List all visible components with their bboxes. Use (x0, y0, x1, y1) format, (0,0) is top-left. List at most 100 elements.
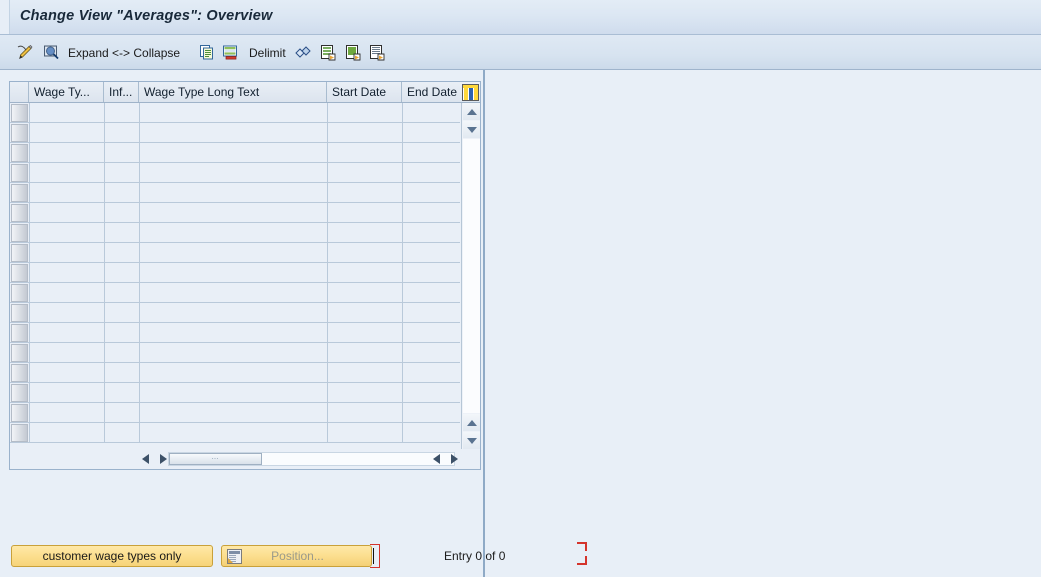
details-button[interactable] (369, 35, 386, 70)
scroll-thumb-grip: ⋯ (211, 455, 220, 463)
delimit-button[interactable]: Delimit (249, 35, 286, 70)
table-header-start-date[interactable]: Start Date (327, 82, 402, 102)
column-separator (29, 283, 30, 303)
table-row[interactable] (10, 123, 460, 143)
column-separator (327, 283, 328, 303)
column-separator (139, 283, 140, 303)
row-selector[interactable] (11, 244, 28, 262)
position-input-field[interactable] (370, 544, 380, 568)
scroll-left-icon[interactable] (138, 452, 152, 466)
table-row[interactable] (10, 143, 460, 163)
scroll-up-bottom-icon[interactable] (463, 414, 480, 431)
row-selector[interactable] (11, 224, 28, 242)
table-row[interactable] (10, 343, 460, 363)
table-header-infotype[interactable]: Inf... (104, 82, 139, 102)
column-separator (29, 143, 30, 163)
column-separator (29, 303, 30, 323)
table-header-select-all[interactable] (10, 82, 29, 102)
customer-wage-types-only-button[interactable]: customer wage types only (11, 545, 213, 567)
table-row[interactable] (10, 163, 460, 183)
row-selector[interactable] (11, 164, 28, 182)
row-selector[interactable] (11, 324, 28, 342)
column-separator (29, 343, 30, 363)
text-cursor (373, 548, 374, 564)
scroll-right-end-icon[interactable] (447, 452, 461, 466)
position-button[interactable]: Position... (221, 545, 372, 567)
table-row[interactable] (10, 423, 460, 443)
row-selector[interactable] (11, 304, 28, 322)
row-selector[interactable] (11, 204, 28, 222)
column-separator (327, 143, 328, 163)
column-separator (402, 343, 403, 363)
copy-as-button[interactable] (199, 35, 216, 70)
table-row[interactable] (10, 323, 460, 343)
column-separator (327, 103, 328, 123)
column-separator (104, 123, 105, 143)
content-divider (483, 70, 485, 577)
table-row[interactable] (10, 203, 460, 223)
column-separator (139, 243, 140, 263)
horizontal-scroll-thumb[interactable]: ⋯ (169, 453, 262, 465)
row-selector[interactable] (11, 264, 28, 282)
scroll-up-icon[interactable] (463, 103, 480, 120)
column-separator (29, 163, 30, 183)
vertical-scroll-track[interactable] (463, 139, 480, 413)
column-separator (402, 263, 403, 283)
expand-collapse-button[interactable]: Expand <-> Collapse (68, 35, 180, 70)
column-separator (402, 183, 403, 203)
expand-selection-button[interactable] (295, 35, 312, 70)
window-title-bar: Change View "Averages": Overview (0, 0, 1041, 35)
table-row[interactable] (10, 243, 460, 263)
row-selector[interactable] (11, 184, 28, 202)
table-settings-cell[interactable] (460, 82, 480, 102)
column-separator (104, 283, 105, 303)
row-selector[interactable] (11, 144, 28, 162)
column-separator (402, 423, 403, 443)
position-button-label: Position... (271, 549, 324, 563)
table-row[interactable] (10, 263, 460, 283)
horizontal-scrollbar[interactable]: ⋯ (10, 449, 480, 469)
column-separator (139, 223, 140, 243)
table-row[interactable] (10, 183, 460, 203)
application-toolbar: Expand <-> Collapse Delimit (0, 35, 1041, 99)
vertical-scrollbar[interactable] (461, 103, 480, 449)
column-separator (402, 243, 403, 263)
table-row[interactable] (10, 283, 460, 303)
row-selector[interactable] (11, 104, 28, 122)
column-separator (29, 263, 30, 283)
scroll-down-bottom-icon[interactable] (463, 432, 480, 449)
column-separator (402, 303, 403, 323)
column-separator (139, 143, 140, 163)
table-header-wage-type-long-text[interactable]: Wage Type Long Text (139, 82, 327, 102)
column-separator (402, 163, 403, 183)
delete-button[interactable] (222, 35, 239, 70)
table-row[interactable] (10, 383, 460, 403)
row-selector[interactable] (11, 404, 28, 422)
row-selector[interactable] (11, 344, 28, 362)
wage-type-table: Wage Ty... Inf... Wage Type Long Text St… (9, 81, 481, 470)
table-row[interactable] (10, 103, 460, 123)
table-header-wage-type[interactable]: Wage Ty... (29, 82, 104, 102)
horizontal-scroll-track[interactable]: ⋯ (168, 452, 455, 466)
row-selector[interactable] (11, 424, 28, 442)
table-header-row: Wage Ty... Inf... Wage Type Long Text St… (10, 82, 480, 103)
table-row[interactable] (10, 223, 460, 243)
table-row[interactable] (10, 363, 460, 383)
row-selector[interactable] (11, 284, 28, 302)
row-selector[interactable] (11, 384, 28, 402)
check-entries-button[interactable] (43, 35, 60, 70)
column-separator (29, 363, 30, 383)
column-separator (104, 263, 105, 283)
row-selector[interactable] (11, 124, 28, 142)
scroll-down-icon[interactable] (463, 121, 480, 138)
scroll-left-end-icon[interactable] (429, 452, 443, 466)
table-row[interactable] (10, 303, 460, 323)
previous-entry-button[interactable] (320, 35, 337, 70)
title-bar-left-edge (0, 0, 10, 34)
table-header-end-date[interactable]: End Date (402, 82, 460, 102)
display-change-button[interactable] (17, 35, 34, 70)
next-entry-button[interactable] (345, 35, 362, 70)
column-separator (327, 243, 328, 263)
row-selector[interactable] (11, 364, 28, 382)
table-row[interactable] (10, 403, 460, 423)
